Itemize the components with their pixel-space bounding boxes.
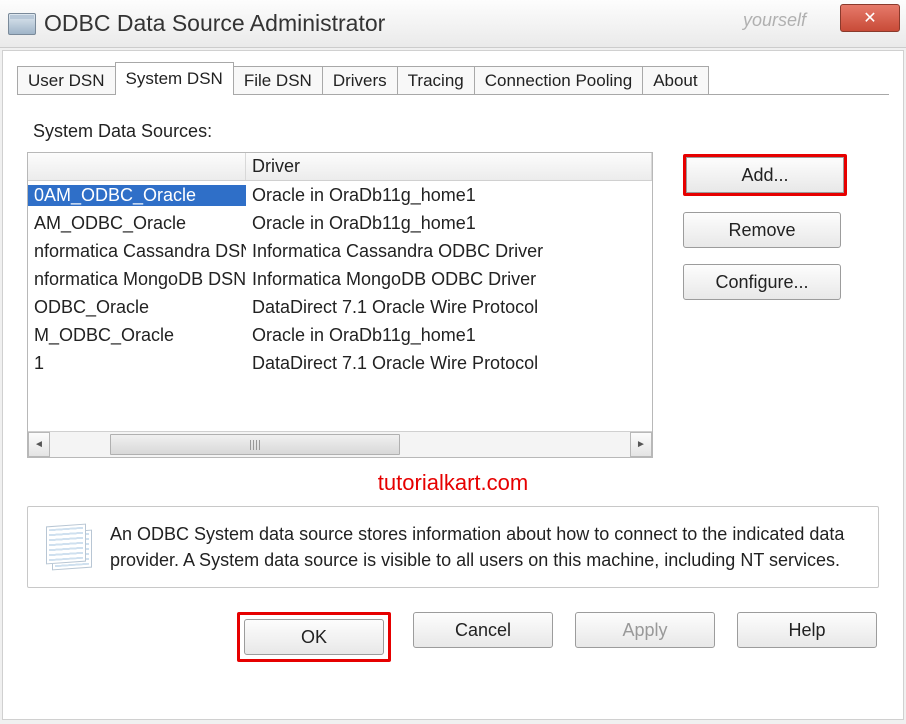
dialog-body: User DSN System DSN File DSN Drivers Tra…	[2, 50, 904, 720]
list-row[interactable]: ODBC_Oracle DataDirect 7.1 Oracle Wire P…	[28, 293, 652, 321]
info-text: An ODBC System data source stores inform…	[110, 521, 864, 573]
tab-drivers[interactable]: Drivers	[322, 66, 398, 95]
tab-about[interactable]: About	[642, 66, 708, 95]
close-icon: ✕	[863, 8, 876, 28]
help-button[interactable]: Help	[737, 612, 877, 648]
window-title: ODBC Data Source Administrator	[44, 10, 385, 37]
cell-name: AM_ODBC_Oracle	[28, 213, 246, 234]
cell-driver: Informatica Cassandra ODBC Driver	[246, 241, 652, 262]
configure-button[interactable]: Configure...	[683, 264, 841, 300]
panel: System Data Sources: Driver 0AM_ODBC_Ora…	[3, 95, 903, 496]
background-watermark: yourself	[743, 10, 806, 31]
cell-name: nformatica MongoDB DSN	[28, 269, 246, 290]
tab-file-dsn[interactable]: File DSN	[233, 66, 323, 95]
tab-connection-pooling[interactable]: Connection Pooling	[474, 66, 643, 95]
cell-driver: Oracle in OraDb11g_home1	[246, 185, 652, 206]
highlight-add: Add...	[683, 154, 847, 196]
side-buttons: Add... Remove Configure...	[683, 152, 847, 458]
scroll-left-button[interactable]: ◄	[28, 432, 50, 457]
cell-driver: Oracle in OraDb11g_home1	[246, 325, 652, 346]
list-row[interactable]: nformatica MongoDB DSN Informatica Mongo…	[28, 265, 652, 293]
list-row[interactable]: nformatica Cassandra DSN Informatica Cas…	[28, 237, 652, 265]
highlight-ok: OK	[237, 612, 391, 662]
dialog-button-row: OK Cancel Apply Help	[3, 588, 903, 662]
cell-driver: Informatica MongoDB ODBC Driver	[246, 269, 652, 290]
section-label: System Data Sources:	[33, 121, 879, 142]
tabstrip: User DSN System DSN File DSN Drivers Tra…	[3, 61, 903, 95]
close-button[interactable]: ✕	[840, 4, 900, 32]
add-button[interactable]: Add...	[686, 157, 844, 193]
attribution-text: tutorialkart.com	[27, 470, 879, 496]
app-icon	[8, 13, 36, 35]
cancel-button[interactable]: Cancel	[413, 612, 553, 648]
apply-button[interactable]: Apply	[575, 612, 715, 648]
cell-driver: DataDirect 7.1 Oracle Wire Protocol	[246, 353, 652, 374]
list-header: Driver	[28, 153, 652, 181]
tab-system-dsn[interactable]: System DSN	[115, 62, 234, 95]
titlebar: ODBC Data Source Administrator yourself …	[0, 0, 906, 48]
cell-driver: DataDirect 7.1 Oracle Wire Protocol	[246, 297, 652, 318]
scroll-track[interactable]	[50, 432, 630, 457]
cell-name: nformatica Cassandra DSN	[28, 241, 246, 262]
tab-user-dsn[interactable]: User DSN	[17, 66, 116, 95]
content-row: Driver 0AM_ODBC_Oracle Oracle in OraDb11…	[27, 152, 879, 458]
ok-button[interactable]: OK	[244, 619, 384, 655]
cell-name: M_ODBC_Oracle	[28, 325, 246, 346]
column-header-name[interactable]	[28, 153, 246, 180]
horizontal-scrollbar[interactable]: ◄ ►	[28, 431, 652, 457]
list-row[interactable]: AM_ODBC_Oracle Oracle in OraDb11g_home1	[28, 209, 652, 237]
datasource-icon	[42, 521, 94, 573]
list-row[interactable]: 0AM_ODBC_Oracle Oracle in OraDb11g_home1	[28, 181, 652, 209]
cell-name: ODBC_Oracle	[28, 297, 246, 318]
tab-tracing[interactable]: Tracing	[397, 66, 475, 95]
cell-name: 0AM_ODBC_Oracle	[28, 185, 246, 206]
list-row[interactable]: 1 DataDirect 7.1 Oracle Wire Protocol	[28, 349, 652, 377]
cell-driver: Oracle in OraDb11g_home1	[246, 213, 652, 234]
cell-name: 1	[28, 353, 246, 374]
remove-button[interactable]: Remove	[683, 212, 841, 248]
scroll-thumb[interactable]	[110, 434, 400, 455]
scroll-right-button[interactable]: ►	[630, 432, 652, 457]
info-box: An ODBC System data source stores inform…	[27, 506, 879, 588]
data-sources-list[interactable]: Driver 0AM_ODBC_Oracle Oracle in OraDb11…	[27, 152, 653, 458]
list-row[interactable]: M_ODBC_Oracle Oracle in OraDb11g_home1	[28, 321, 652, 349]
column-header-driver[interactable]: Driver	[246, 153, 652, 180]
list-body: 0AM_ODBC_Oracle Oracle in OraDb11g_home1…	[28, 181, 652, 431]
list-wrap: Driver 0AM_ODBC_Oracle Oracle in OraDb11…	[27, 152, 653, 458]
